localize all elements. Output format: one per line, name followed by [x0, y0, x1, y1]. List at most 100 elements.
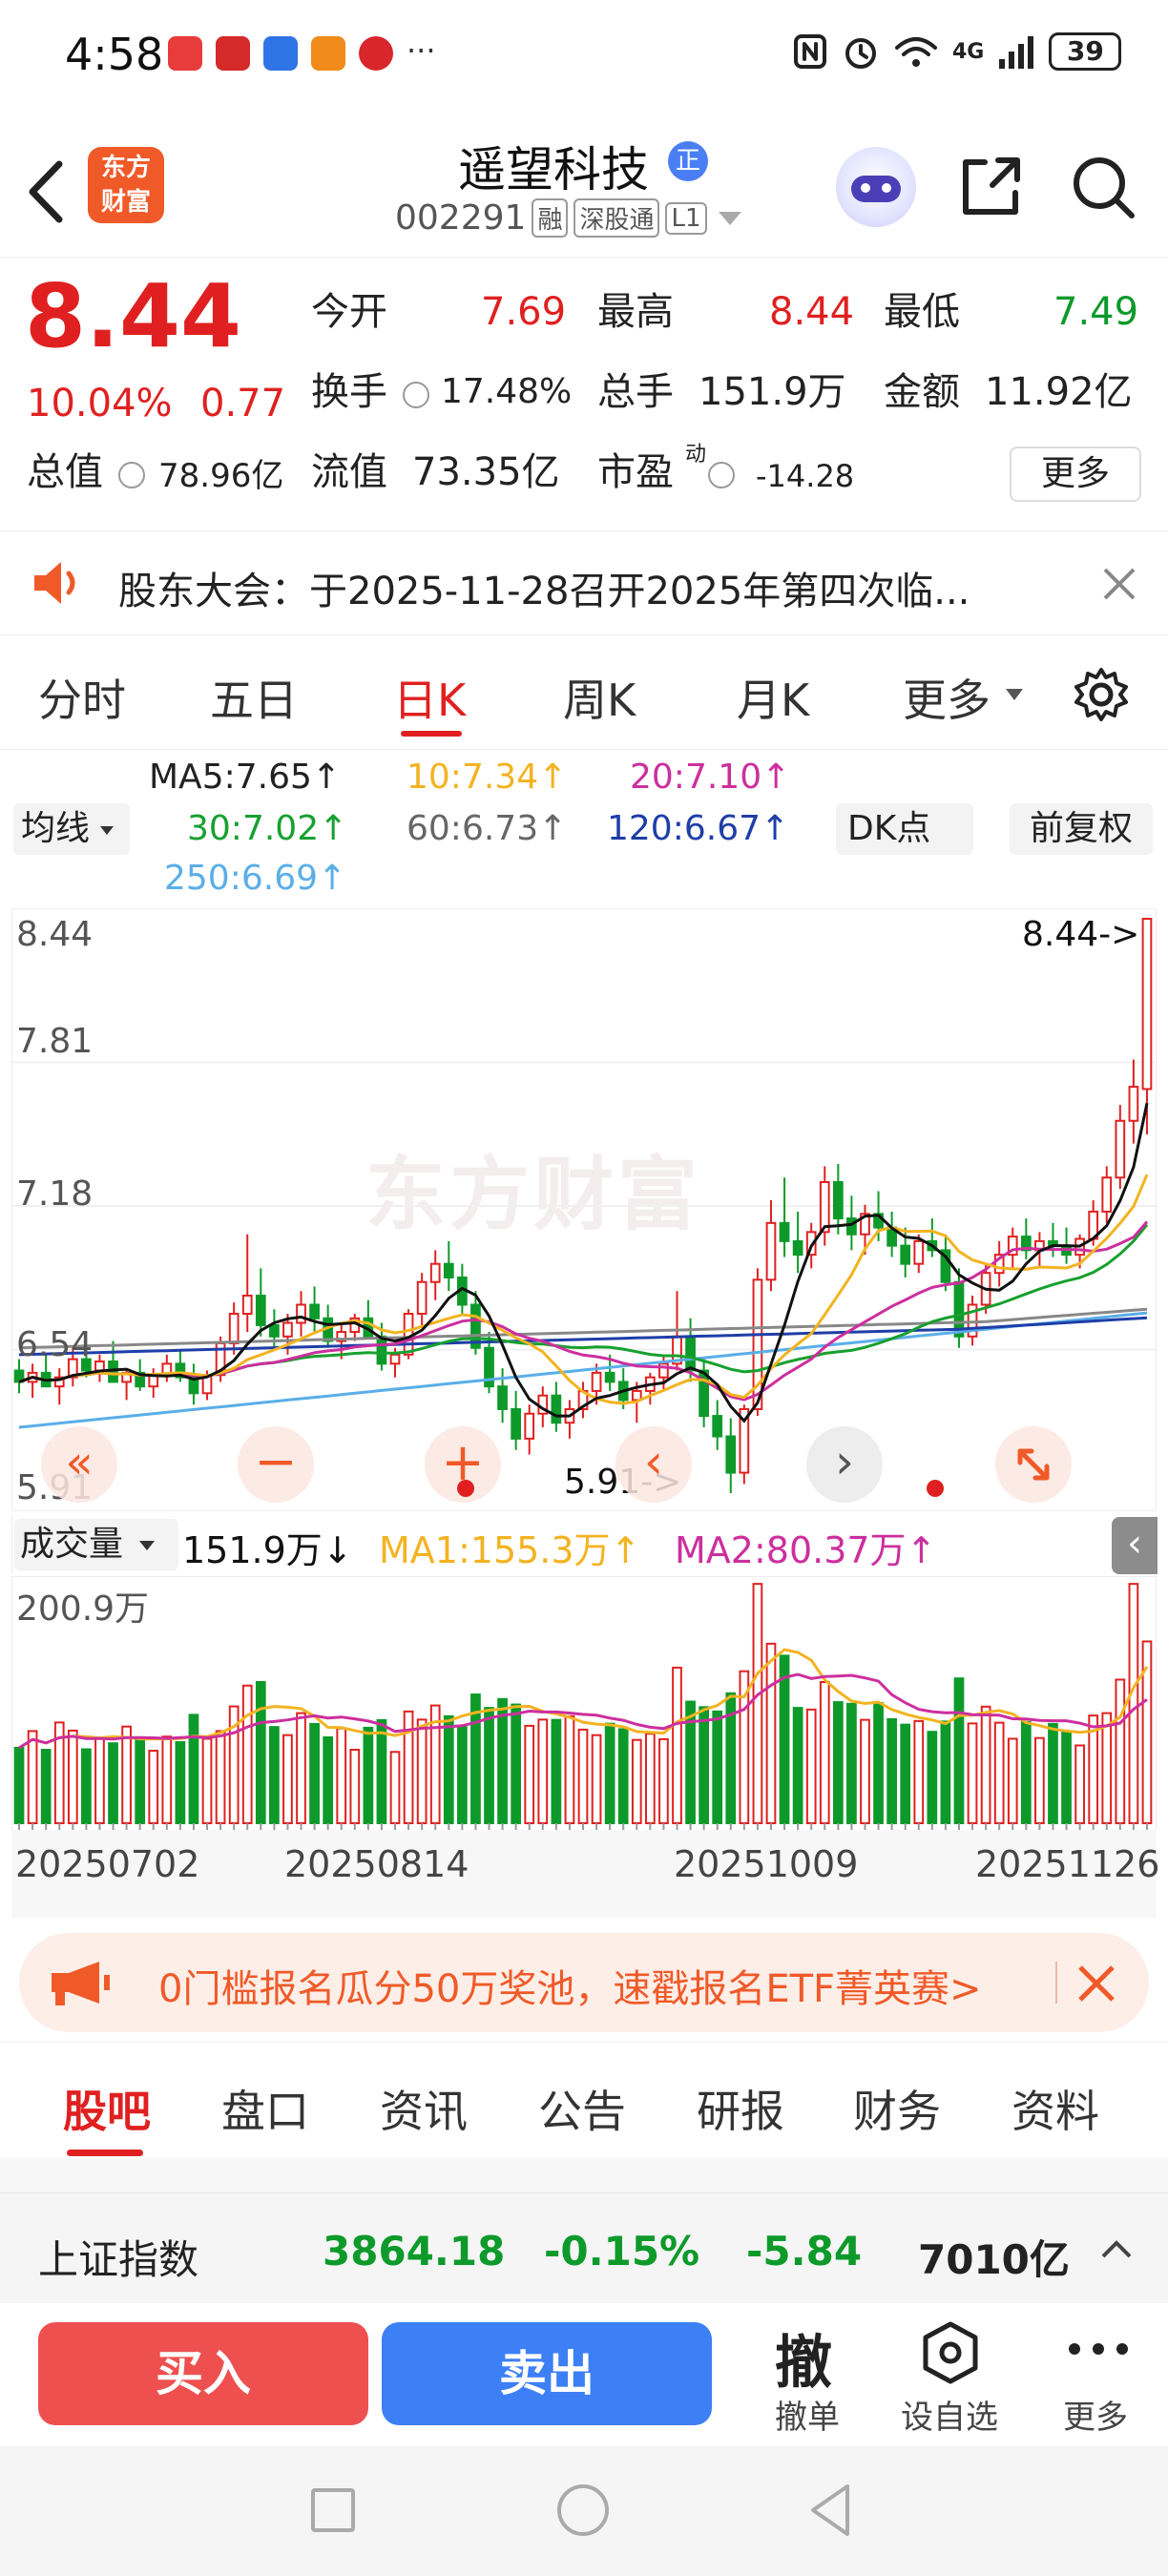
volume-bar: [537, 1718, 549, 1824]
tab-finance[interactable]: 财务: [853, 2077, 941, 2140]
tab-more-dropdown-icon[interactable]: [1006, 689, 1023, 700]
ma-type-dropdown-icon: [100, 825, 115, 835]
scroll-left-button[interactable]: «: [41, 1426, 117, 1503]
sell-button[interactable]: 卖出: [382, 2322, 712, 2425]
tab-monthly-k[interactable]: 月K: [737, 666, 809, 729]
volume-bar: [121, 1725, 132, 1824]
buy-button[interactable]: 买入: [38, 2322, 368, 2425]
indicator-selector[interactable]: 成交量: [14, 1519, 178, 1570]
info-icon[interactable]: [118, 462, 145, 488]
home-icon[interactable]: [557, 2484, 609, 2536]
volume-ma1: MA1:155.3万↑: [379, 1529, 641, 1571]
volume-bar: [309, 1722, 320, 1824]
volume-bar: [712, 1710, 723, 1824]
assistant-robot-icon[interactable]: [836, 147, 916, 227]
candle-body: [846, 1217, 857, 1236]
share-icon[interactable]: [958, 153, 1025, 219]
candle-body: [832, 1181, 844, 1220]
event-dot[interactable]: [457, 1480, 474, 1497]
more-quote-button[interactable]: 更多: [1010, 447, 1141, 502]
close-icon[interactable]: [1101, 566, 1137, 602]
adjust-button[interactable]: 前复权: [1010, 803, 1153, 855]
candle-body: [631, 1389, 642, 1402]
more-label[interactable]: 更多: [1063, 2391, 1128, 2438]
volume-bar: [67, 1729, 78, 1824]
ma30-line: [18, 1223, 1149, 1383]
fullscreen-button[interactable]: [995, 1426, 1072, 1503]
dk-point-button[interactable]: DK点: [836, 803, 973, 855]
index-amount: 7010亿: [918, 2236, 1070, 2283]
volume-bar: [40, 1748, 52, 1824]
tab-more[interactable]: 更多: [903, 666, 991, 729]
volume-bar: [108, 1742, 118, 1824]
collapse-panel-button[interactable]: ‹: [1112, 1517, 1158, 1574]
ad-banner[interactable]: 0门槛报名瓜分50万奖池，速戳报名ETF菁英赛>: [19, 1933, 1149, 2032]
tag-level: L1: [665, 201, 707, 235]
step-right-button[interactable]: ›: [806, 1426, 883, 1503]
notice-text[interactable]: 股东大会：于2025-11-28召开2025年第四次临...: [118, 560, 1034, 615]
turnover-info-icon[interactable]: [403, 382, 429, 408]
price-axis-max: 8.44: [16, 915, 94, 954]
ma250-label: 250:6.69↑: [164, 859, 347, 898]
huawei-app-icon: [168, 36, 202, 71]
ad-close-icon[interactable]: [1076, 1963, 1116, 2004]
ad-divider: [1055, 1962, 1057, 2004]
volume-bar: [1128, 1583, 1139, 1824]
notice-bar[interactable]: 股东大会：于2025-11-28召开2025年第四次临...: [0, 530, 1168, 635]
gear-icon[interactable]: [1073, 666, 1130, 723]
tab-news[interactable]: 资讯: [380, 2077, 468, 2140]
volume-value: 151.9万↓: [182, 1529, 353, 1571]
zoom-out-button[interactable]: −: [238, 1426, 314, 1503]
ma-type-selector[interactable]: 均线: [13, 803, 130, 855]
tab-orderbook[interactable]: 盘口: [221, 2077, 309, 2140]
more-notifications-icon: ···: [407, 32, 436, 69]
tab-weekly-k[interactable]: 周K: [563, 666, 636, 729]
recent-apps-icon[interactable]: [311, 2488, 355, 2532]
tab-intraday[interactable]: 分时: [38, 666, 126, 729]
back-nav-icon[interactable]: [807, 2483, 853, 2538]
chevron-up-icon[interactable]: [1099, 2235, 1134, 2262]
tab-research[interactable]: 研报: [697, 2077, 784, 2140]
kline-chart[interactable]: 东方财富 8.44 7.81 7.18 6.54 5.91 8.44-> 5.9…: [11, 908, 1158, 1511]
back-arrow-icon[interactable]: [25, 158, 67, 225]
watchlist-label[interactable]: 设自选: [901, 2391, 998, 2438]
volume-bar: [81, 1748, 92, 1824]
volume-bar: [591, 1734, 602, 1824]
tab-forum[interactable]: 股吧: [63, 2077, 151, 2140]
volume-legend: 成交量 151.9万↓ MA1:155.3万↑ MA2:80.37万↑ ‹: [11, 1515, 1158, 1574]
volume-bar: [886, 1717, 897, 1824]
index-bar[interactable]: 上证指数 3864.18 -0.15% -5.84 7010亿: [0, 2192, 1168, 2303]
volume-bar: [873, 1702, 884, 1824]
wifi-icon: [895, 37, 937, 67]
cancel-order-icon[interactable]: 撤: [775, 2316, 832, 2399]
event-dot[interactable]: [927, 1480, 944, 1497]
tab-daily-k[interactable]: 日K: [393, 666, 466, 729]
candle-body: [228, 1313, 240, 1344]
candle-body: [819, 1181, 830, 1234]
volume-chart[interactable]: 200.9万: [11, 1576, 1157, 1831]
system-icons: 4G 39: [792, 32, 1122, 71]
ad-text[interactable]: 0门槛报名瓜分50万奖池，速戳报名ETF菁英赛>: [158, 1958, 1055, 2013]
watchlist-hex-icon[interactable]: [920, 2320, 981, 2385]
tab-profile[interactable]: 资料: [1012, 2077, 1099, 2140]
date-axis: 20250702 20250814 20251009 20251126: [11, 1830, 1159, 1918]
tab-announcements[interactable]: 公告: [538, 2077, 626, 2140]
search-icon[interactable]: [1069, 153, 1137, 221]
ma20-label: 20:7.10↑: [630, 758, 791, 797]
app-logo[interactable]: 东方 财富: [88, 147, 164, 223]
pe-info-icon[interactable]: [708, 462, 735, 488]
volume-bar: [1020, 1720, 1032, 1824]
stock-code: 002291: [395, 198, 527, 238]
notification-icons: ···: [168, 32, 436, 71]
info-tab-bar: 股吧 盘口 资讯 公告 研报 财务 资料: [0, 2042, 1168, 2156]
more-dots-icon[interactable]: [1065, 2339, 1132, 2358]
volume-bar: [900, 1723, 911, 1824]
code-dropdown-icon[interactable]: [718, 211, 741, 225]
tab-five-day[interactable]: 五日: [210, 666, 298, 729]
volume-bar: [672, 1666, 682, 1825]
tag-connect: 深股通: [574, 198, 660, 238]
step-left-button[interactable]: ‹: [615, 1426, 692, 1503]
cancel-order-label[interactable]: 撤单: [775, 2391, 840, 2438]
volume-bar: [631, 1738, 642, 1825]
candle-body: [591, 1371, 602, 1392]
